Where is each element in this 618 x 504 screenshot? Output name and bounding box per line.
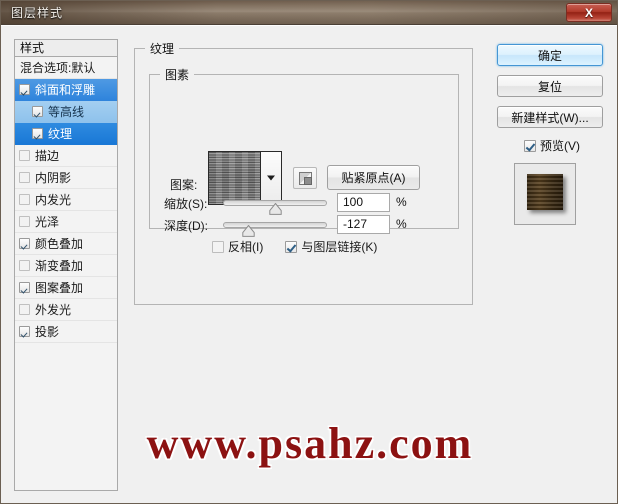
checkbox-icon[interactable] [32, 106, 43, 117]
sidebar-item-label: 投影 [35, 325, 60, 339]
snap-to-origin-button[interactable]: 贴紧原点(A) [327, 165, 420, 190]
sidebar-item-label: 纹理 [48, 127, 73, 141]
checkbox-icon[interactable] [19, 260, 30, 271]
pattern-label: 图案: [170, 178, 198, 192]
elements-group: 图素 图案: 贴紧原点(A) 缩放(S): 100 % 深度(D): -127 … [149, 66, 459, 254]
scale-label: 缩放(S): [164, 197, 208, 211]
sidebar-item-label: 描边 [35, 149, 60, 163]
ok-button[interactable]: 确定 [497, 44, 603, 66]
sidebar-item-label: 等高线 [48, 105, 85, 119]
checkbox-icon[interactable] [19, 84, 30, 95]
checkbox-icon[interactable] [19, 216, 30, 227]
depth-unit: % [396, 217, 407, 231]
sidebar-item-label: 图案叠加 [35, 281, 84, 295]
depth-value-input[interactable]: -127 [337, 215, 390, 234]
chevron-down-icon [267, 175, 275, 181]
sidebar-item-label: 内阴影 [35, 171, 72, 185]
checkbox-icon[interactable] [19, 238, 30, 249]
sidebar-item-outer-glow[interactable]: 外发光 [15, 299, 117, 321]
sidebar-item-gradient-overlay[interactable]: 渐变叠加 [15, 255, 117, 277]
sidebar-item-bevel-emboss[interactable]: 斜面和浮雕 [15, 79, 117, 101]
window-title: 图层样式 [11, 6, 64, 20]
sidebar-item-color-overlay[interactable]: 颜色叠加 [15, 233, 117, 255]
sidebar-item-pattern-overlay[interactable]: 图案叠加 [15, 277, 117, 299]
sidebar-item-label: 外发光 [35, 303, 72, 317]
depth-slider-track[interactable] [223, 222, 327, 237]
sidebar-item-stroke[interactable]: 描边 [15, 145, 117, 167]
layer-style-dialog: 图层样式 X 样式 混合选项:默认 斜面和浮雕 等高线 纹理 描边 内阴影 内发… [0, 0, 618, 504]
sidebar-item-satin[interactable]: 光泽 [15, 211, 117, 233]
invert-label: 反相(I) [228, 240, 264, 254]
sidebar-item-label: 内发光 [35, 193, 72, 207]
sidebar-item-label: 斜面和浮雕 [35, 83, 96, 97]
texture-group: 纹理 图素 图案: 贴紧原点(A) 缩放(S): 100 % 深度(D): -1… [134, 40, 473, 305]
texture-checkbox-row: 反相(I) 与图层链接(K) [212, 238, 377, 255]
close-button[interactable]: X [566, 3, 612, 22]
depth-label: 深度(D): [164, 219, 208, 233]
checkbox-icon[interactable] [19, 194, 30, 205]
sidebar-item-label: 光泽 [35, 215, 60, 229]
new-style-button[interactable]: 新建样式(W)... [497, 106, 603, 128]
checkbox-icon[interactable] [212, 240, 224, 253]
styles-header: 样式 [14, 39, 118, 57]
blending-options-label: 混合选项:默认 [20, 61, 96, 75]
sidebar-item-blending-options[interactable]: 混合选项:默认 [15, 57, 117, 79]
checkbox-icon[interactable] [19, 304, 30, 315]
sidebar-item-inner-shadow[interactable]: 内阴影 [15, 167, 117, 189]
preview-checkbox[interactable]: 预览(V) [497, 137, 607, 154]
depth-slider-row: 深度(D): -127 % [164, 215, 454, 237]
new-pattern-icon [299, 172, 312, 185]
checkbox-icon[interactable] [19, 150, 30, 161]
link-with-layer-checkbox[interactable]: 与图层链接(K) [285, 238, 377, 255]
texture-group-title: 纹理 [145, 40, 180, 57]
preview-swatch [527, 174, 563, 210]
dialog-client-area: 样式 混合选项:默认 斜面和浮雕 等高线 纹理 描边 内阴影 内发光 光泽 颜色… [1, 25, 617, 503]
styles-panel: 样式 混合选项:默认 斜面和浮雕 等高线 纹理 描边 内阴影 内发光 光泽 颜色… [14, 39, 118, 491]
preview-label: 预览(V) [540, 139, 580, 153]
scale-slider-row: 缩放(S): 100 % [164, 193, 454, 215]
sidebar-item-contour[interactable]: 等高线 [15, 101, 117, 123]
scale-unit: % [396, 195, 407, 209]
sidebar-item-texture[interactable]: 纹理 [15, 123, 117, 145]
new-pattern-button[interactable] [293, 167, 317, 189]
preview-thumbnail [514, 163, 576, 225]
scale-slider-thumb[interactable] [268, 203, 282, 215]
scale-value-input[interactable]: 100 [337, 193, 390, 212]
link-with-layer-label: 与图层链接(K) [301, 240, 378, 254]
styles-list[interactable]: 混合选项:默认 斜面和浮雕 等高线 纹理 描边 内阴影 内发光 光泽 颜色叠加 … [14, 57, 118, 491]
reset-button[interactable]: 复位 [497, 75, 603, 97]
invert-checkbox[interactable]: 反相(I) [212, 238, 263, 255]
scale-slider-track[interactable] [223, 200, 327, 215]
checkbox-icon[interactable] [19, 326, 30, 337]
sidebar-item-label: 颜色叠加 [35, 237, 84, 251]
checkbox-icon[interactable] [19, 172, 30, 183]
sidebar-item-label: 渐变叠加 [35, 259, 84, 273]
elements-group-title: 图素 [160, 66, 195, 83]
depth-slider-thumb[interactable] [242, 225, 255, 237]
checkbox-icon[interactable] [19, 282, 30, 293]
dialog-buttons: 确定 复位 新建样式(W)... 预览(V) [497, 44, 607, 225]
sidebar-item-drop-shadow[interactable]: 投影 [15, 321, 117, 343]
close-icon: X [584, 5, 593, 20]
window-titlebar: 图层样式 X [1, 1, 617, 25]
checkbox-icon[interactable] [524, 139, 536, 152]
sidebar-item-inner-glow[interactable]: 内发光 [15, 189, 117, 211]
checkbox-icon[interactable] [285, 240, 298, 253]
checkbox-icon[interactable] [32, 128, 43, 139]
